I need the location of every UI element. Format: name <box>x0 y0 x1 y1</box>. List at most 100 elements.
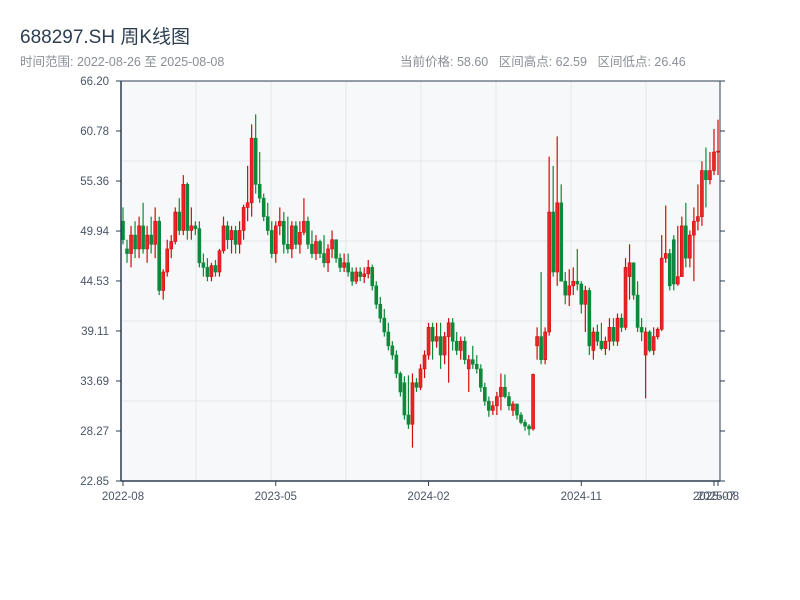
candle-up <box>137 225 141 250</box>
candle-down <box>563 280 568 296</box>
candle-up <box>129 234 133 254</box>
candle-up <box>302 220 306 233</box>
y-tick-label: 22.85 <box>80 476 109 488</box>
candle-up <box>499 387 503 397</box>
candle-down <box>253 137 258 185</box>
candle-down <box>318 241 322 254</box>
x-tick-label: 2024-11 <box>561 491 602 503</box>
candle-down <box>474 363 479 370</box>
candle-down <box>310 244 314 254</box>
candle-down <box>265 216 270 231</box>
candle-down <box>438 336 443 356</box>
candle-down <box>125 248 129 254</box>
candle-down <box>684 225 688 259</box>
candle-down <box>394 354 399 374</box>
candle-up <box>442 336 447 356</box>
candle-up <box>418 368 423 388</box>
candle-up <box>426 327 431 356</box>
y-tick-label: 66.20 <box>80 76 109 88</box>
candle-up <box>237 230 242 245</box>
x-tick-label: 2022-08 <box>102 491 144 503</box>
candle-down <box>599 340 604 349</box>
candle-up <box>161 271 166 291</box>
y-tick-label: 39.11 <box>81 326 109 338</box>
candle-down <box>483 387 487 402</box>
candle-down <box>430 327 435 342</box>
candle-down <box>611 327 616 342</box>
x-tick-label: 2025-08 <box>697 491 739 503</box>
candle-down <box>185 184 190 231</box>
y-tick-label: 60.78 <box>80 126 109 138</box>
candle-down <box>479 368 483 388</box>
candle-up <box>543 331 547 360</box>
candle-up <box>209 265 214 277</box>
candlestick-chart: 22.85 28.27 33.69 39.11 44.53 49.94 55.36 60.78… <box>80 76 739 503</box>
candle-up <box>153 220 157 245</box>
y-tick-label: 49.94 <box>80 226 109 238</box>
y-tick-label: 33.69 <box>80 376 109 388</box>
candle-down <box>487 400 491 411</box>
candle-down <box>282 220 286 245</box>
x-tick-label: 2024-02 <box>407 491 449 503</box>
candle-down <box>635 294 640 328</box>
candle-down <box>261 197 266 217</box>
candle-up <box>680 225 684 277</box>
candle-down <box>374 285 379 305</box>
candle-down <box>579 283 584 305</box>
candle-down <box>205 267 210 277</box>
candle-up <box>688 234 692 259</box>
candle-up <box>675 276 680 285</box>
candle-down <box>269 230 274 254</box>
candle-up <box>712 151 716 171</box>
candle-down <box>515 403 519 416</box>
candle-down <box>559 202 564 282</box>
candle-down <box>358 271 362 277</box>
candle-down <box>306 220 310 245</box>
candle-down <box>213 265 218 273</box>
candle-down <box>503 387 507 397</box>
candle-up <box>547 211 551 333</box>
candle-down <box>454 340 459 351</box>
candle-up <box>277 220 282 227</box>
candle-up <box>692 220 696 236</box>
candle-down <box>406 414 411 425</box>
candle-up <box>145 234 149 250</box>
candle-up <box>696 216 700 222</box>
candle-down <box>197 228 202 264</box>
candle-up <box>531 374 535 430</box>
candle-down <box>462 340 467 360</box>
candle-up <box>410 382 415 425</box>
candle-down <box>539 336 543 360</box>
candle-up <box>173 211 178 242</box>
candle-up <box>241 207 246 231</box>
candle-down <box>414 382 419 388</box>
candle-up <box>366 267 371 275</box>
candle-up <box>591 331 596 351</box>
candle-up <box>663 253 668 259</box>
candle-down <box>631 262 636 296</box>
candle-up <box>181 184 186 231</box>
candle-up <box>535 336 539 347</box>
candle-down <box>587 290 592 347</box>
candle-up <box>495 396 499 407</box>
candle-down <box>507 396 511 407</box>
candle-down <box>334 239 338 259</box>
candle-up <box>354 271 358 282</box>
candle-up <box>491 405 495 411</box>
candle-up <box>623 267 628 328</box>
candle-down <box>527 425 531 430</box>
candle-down <box>257 184 262 199</box>
candle-down <box>671 239 676 285</box>
candle-down <box>519 414 523 423</box>
candle-down <box>322 253 326 264</box>
candle-down <box>133 234 137 250</box>
candle-down <box>402 382 407 416</box>
candle-up <box>245 202 250 208</box>
candle-down <box>619 317 624 328</box>
candle-down <box>141 225 145 250</box>
candle-up <box>615 317 620 342</box>
candle-down <box>286 244 290 250</box>
candle-up <box>290 225 294 250</box>
candle-up <box>217 250 222 273</box>
candle-down <box>398 373 403 393</box>
